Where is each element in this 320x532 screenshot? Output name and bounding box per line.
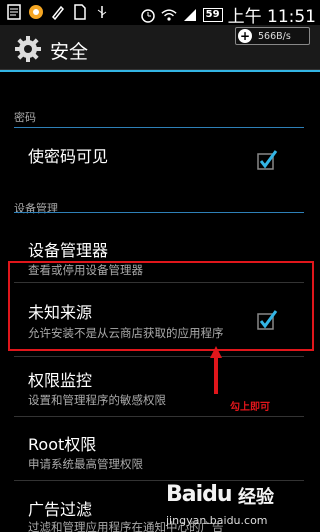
action-bar: 安全 + 566B/s — [0, 25, 320, 70]
list-divider — [14, 356, 304, 357]
arrow-up-icon — [210, 346, 222, 394]
permission-monitor-label[interactable]: 权限监控 — [28, 367, 92, 391]
section-header-password: 密码 — [14, 111, 36, 124]
plus-icon: + — [238, 29, 252, 43]
root-label[interactable]: Root权限 — [28, 431, 96, 455]
sim-card-icon — [72, 4, 88, 20]
watermark-cn: 经验 — [238, 487, 274, 508]
battery-level: 59 — [202, 7, 223, 22]
alarm-icon — [140, 7, 156, 23]
show-password-label: 使密码可见 — [28, 147, 109, 166]
permission-monitor-subtitle: 设置和管理程序的敏感权限 — [28, 393, 166, 407]
signal-icon — [182, 7, 198, 23]
clock: 上午 11:51 — [227, 7, 316, 27]
annotation-highlight-box — [8, 261, 314, 351]
section-header-device-admin: 设备管理 — [14, 202, 58, 215]
device-admins-label[interactable]: 设备管理器 — [28, 237, 108, 261]
section-separator — [14, 127, 304, 128]
status-bar: 59 上午 11:51 — [0, 0, 320, 27]
pen-icon — [50, 4, 66, 20]
list-divider — [14, 416, 304, 417]
net-speed-value: 566B/s — [258, 30, 291, 42]
net-speed-widget: + 566B/s — [235, 27, 310, 45]
orange-app-icon — [28, 4, 44, 20]
show-password-checkbox[interactable] — [256, 149, 278, 171]
wifi-icon — [161, 7, 177, 23]
baidu-watermark: Baidu 经验 jingyan.baidu.com — [160, 478, 300, 532]
action-bar-divider — [0, 70, 320, 72]
section-separator — [14, 212, 304, 213]
watermark-url: jingyan.baidu.com — [166, 514, 268, 527]
document-icon — [6, 4, 22, 20]
settings-gear-icon[interactable] — [14, 35, 42, 63]
annotation-text: 勾上即可 — [230, 402, 270, 413]
usb-icon — [94, 4, 110, 20]
root-subtitle: 申请系统最高管理权限 — [28, 457, 143, 471]
ad-filter-label[interactable]: 广告过滤 — [28, 496, 92, 520]
page-title: 安全 — [50, 41, 89, 63]
watermark-brand: Baidu — [166, 482, 233, 507]
